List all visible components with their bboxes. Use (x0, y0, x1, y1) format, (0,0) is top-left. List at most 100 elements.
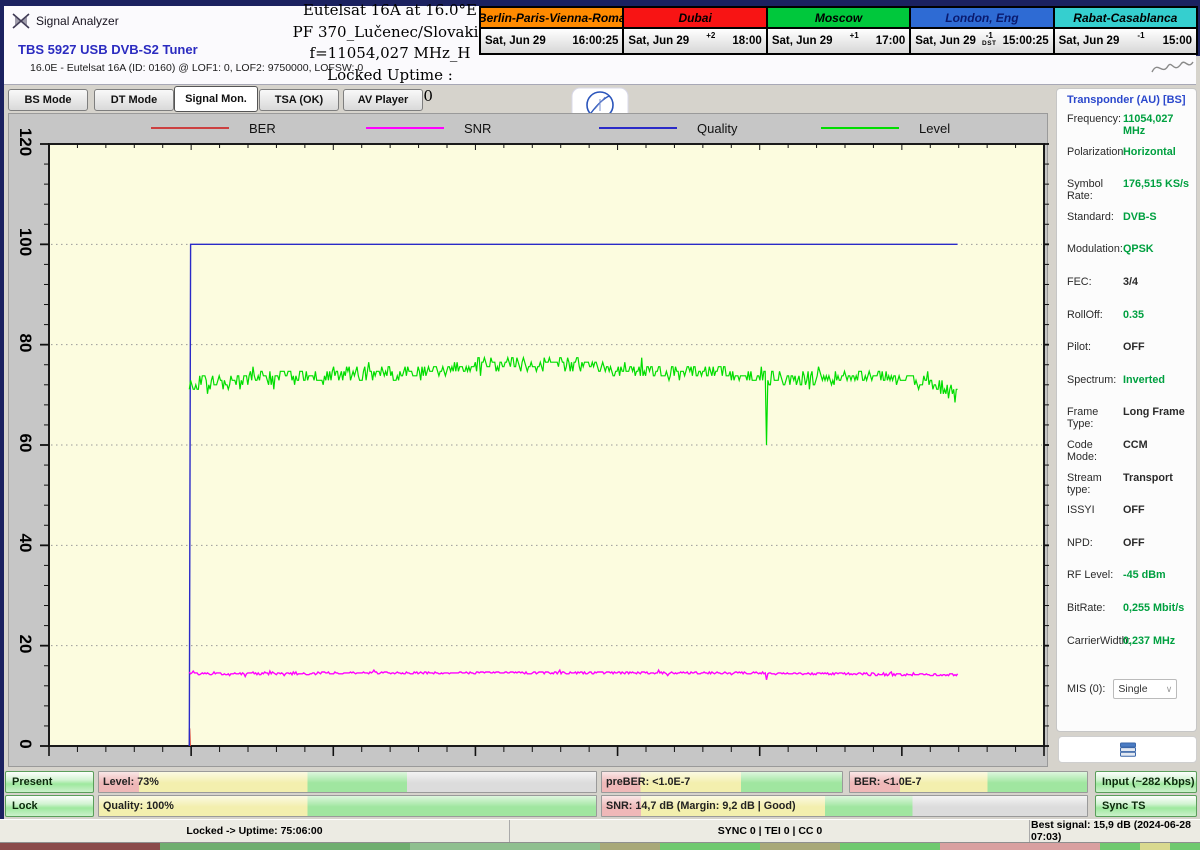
transponder-field-label: Modulation: (1067, 243, 1123, 255)
transponder-field-value: OFF (1123, 537, 1145, 549)
y-axis-label: 60 (15, 428, 35, 458)
clock-city-label: Berlin-Paris-Vienna-Roma (481, 8, 622, 29)
transponder-field-value: 0,237 MHz (1123, 635, 1175, 647)
transponder-field-label: Spectrum: (1067, 374, 1123, 386)
transponder-field-label: Stream type: (1067, 472, 1123, 496)
bottom-sliver-segment (160, 843, 410, 850)
clock-time-row: Sat, Jun 29+117:00 (768, 29, 909, 53)
transponder-field-row: Pilot:OFF (1067, 341, 1196, 374)
y-axis-label: 20 (15, 629, 35, 659)
present-indicator-button[interactable]: Present (5, 771, 94, 793)
transponder-field-row: Symbol Rate:176,515 KS/s (1067, 178, 1196, 211)
bottom-sliver-segment (600, 843, 660, 850)
transponder-field-label: Symbol Rate: (1067, 178, 1123, 202)
transponder-field-label: Polarization: (1067, 146, 1123, 158)
clock-utc-offset (546, 29, 573, 32)
transponder-field-value: -45 dBm (1123, 569, 1166, 581)
transponder-field-row: ISSYIOFF (1067, 504, 1196, 537)
bottom-sliver-segment (1170, 843, 1200, 850)
signature-scribble (1148, 52, 1196, 80)
chevron-down-icon: ∨ (1166, 684, 1173, 695)
transponder-field-row: Frame Type:Long Frame (1067, 406, 1196, 439)
transponder-field-row: BitRate:0,255 Mbit/s (1067, 602, 1196, 635)
clock-city-label: Moscow (768, 8, 909, 29)
clock-time: 18:00 (732, 35, 761, 47)
footer-sync-counters: SYNC 0 | TEI 0 | CC 0 (511, 820, 1030, 842)
y-axis-label: 120 (15, 127, 35, 157)
transponder-field-value: 11054,027 MHz (1123, 113, 1196, 137)
clock-time-row: Sat, Jun 29+218:00 (624, 29, 765, 53)
app-antenna-icon (12, 12, 30, 30)
y-axis-label: 80 (15, 328, 35, 358)
transponder-field-label: FEC: (1067, 276, 1123, 288)
tab-dt-mode[interactable]: DT Mode (94, 89, 174, 111)
clock-utc-offset: +2 (689, 29, 732, 40)
transponder-field-row: Code Mode:CCM (1067, 439, 1196, 472)
tab-signal-mon[interactable]: Signal Mon. (174, 86, 258, 112)
transponder-field-label: RF Level: (1067, 569, 1123, 581)
lock-indicator-button[interactable]: Lock (5, 795, 94, 817)
transponder-field-value: 3/4 (1123, 276, 1138, 288)
signal-chart: BER SNR Quality Level 020406080100120 (8, 113, 1048, 767)
clock-time: 17:00 (876, 35, 905, 47)
transponder-field-row: FEC:3/4 (1067, 276, 1196, 309)
snr-bar-label: SNR: 14,7 dB (Margin: 9,2 dB | Good) (606, 800, 796, 812)
transponder-field-label: RollOff: (1067, 309, 1123, 321)
transponder-field-value: OFF (1123, 341, 1145, 353)
bottom-sliver-segment (1140, 843, 1170, 850)
transponder-field-row: RF Level:-45 dBm (1067, 569, 1196, 602)
clock-london-eng: London, EngSat, Jun 29-1DST15:00:25 (911, 8, 1054, 53)
transponder-field-row: Polarization:Horizontal (1067, 146, 1196, 179)
bottom-sliver-segment (840, 843, 940, 850)
footer-uptime: Locked -> Uptime: 75:06:00 (0, 820, 510, 842)
level-bar-label: Level: 73% (103, 776, 159, 788)
transponder-field-label: Frequency: (1067, 113, 1123, 125)
clock-date: Sat, Jun 29 (915, 35, 976, 47)
clock-dubai: DubaiSat, Jun 29+218:00 (624, 8, 767, 53)
clock-moscow: MoscowSat, Jun 29+117:00 (768, 8, 911, 53)
background-window-sliver (0, 843, 1200, 850)
bottom-sliver-segment (660, 843, 760, 850)
mis-label: MIS (0): (1067, 683, 1105, 695)
clock-dst-label: DST (976, 40, 1003, 48)
clock-time: 15:00 (1163, 35, 1192, 47)
ts-record-button[interactable] (1058, 736, 1197, 763)
mis-row: MIS (0): Single ∨ (1067, 679, 1196, 699)
transponder-field-label: Code Mode: (1067, 439, 1123, 463)
transponder-field-label: CarrierWidth: (1067, 635, 1123, 647)
clock-time-row: Sat, Jun 29-1DST15:00:25 (911, 29, 1052, 53)
clock-utc-offset: -1 (1119, 29, 1162, 40)
clock-utc-offset: +1 (833, 29, 876, 40)
level-progress-bar: Level: 73% (98, 771, 597, 793)
tab-bs-mode[interactable]: BS Mode (8, 89, 88, 111)
signal-analyzer-window: Signal Analyzer Eutelsat 16A at 16.0°E P… (0, 0, 1200, 850)
transponder-field-value: 0,255 Mbit/s (1123, 602, 1184, 614)
y-axis-label: 0 (15, 729, 35, 759)
window-border-left (0, 0, 4, 845)
clock-time: 15:00:25 (1003, 35, 1049, 47)
transponder-field-value: Long Frame (1123, 406, 1185, 418)
caption-line-satellite: Eutelsat 16A at 16.0°E (283, 0, 497, 22)
transponder-field-row: RollOff:0.35 (1067, 309, 1196, 342)
transponder-field-value: 176,515 KS/s (1123, 178, 1189, 190)
bottom-sliver-segment (410, 843, 600, 850)
tab-tsa[interactable]: TSA (OK) (259, 89, 339, 111)
clock-city-label: Rabat-Casablanca (1055, 8, 1196, 29)
clock-rabat-casablanca: Rabat-CasablancaSat, Jun 29-115:00 (1055, 8, 1196, 53)
bottom-sliver-segment (0, 843, 160, 850)
input-bitrate-button[interactable]: Input (~282 Kbps) (1095, 771, 1197, 793)
chart-plot (9, 114, 1049, 768)
preber-bar-label: preBER: <1.0E-7 (606, 776, 690, 788)
status-footer: Locked -> Uptime: 75:06:00 SYNC 0 | TEI … (0, 819, 1200, 843)
tab-av-player[interactable]: AV Player (343, 89, 423, 111)
transponder-field-label: BitRate: (1067, 602, 1123, 614)
quality-progress-bar: Quality: 100% (98, 795, 597, 817)
bottom-sliver-segment (1100, 843, 1140, 850)
mis-dropdown[interactable]: Single ∨ (1113, 679, 1177, 699)
transponder-field-value: OFF (1123, 504, 1145, 516)
transponder-field-label: NPD: (1067, 537, 1123, 549)
sync-ts-button[interactable]: Sync TS (1095, 795, 1197, 817)
transponder-field-row: Stream type:Transport (1067, 472, 1196, 505)
clock-berlin-paris-vienna-roma: Berlin-Paris-Vienna-RomaSat, Jun 2916:00… (481, 8, 624, 53)
transponder-field-value: CCM (1123, 439, 1148, 451)
